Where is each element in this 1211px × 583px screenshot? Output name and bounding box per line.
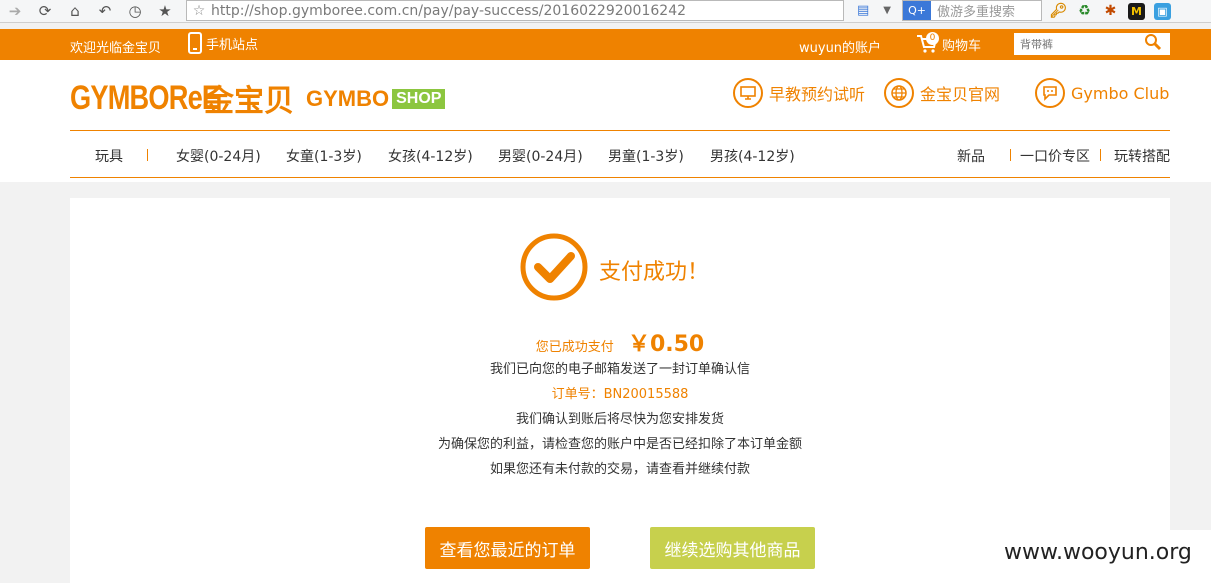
nav-item-toys[interactable]: 玩具 bbox=[95, 146, 123, 166]
favorites-star-icon[interactable]: ★ bbox=[150, 0, 180, 23]
chat-bubble-icon bbox=[1035, 78, 1065, 108]
site-search bbox=[1014, 33, 1170, 55]
site-header: GYMBOReE 金宝贝 GYMBO SHOP 早教预约试听 金宝贝官网 Gym… bbox=[0, 60, 1211, 182]
undo-icon[interactable]: ↶ bbox=[90, 0, 120, 23]
mobile-site-link[interactable]: 手机站点 bbox=[188, 32, 258, 54]
forward-icon[interactable]: ➔ bbox=[0, 0, 30, 23]
window-extension-icon[interactable]: ▣ bbox=[1154, 2, 1171, 20]
address-bar-tools: ▤ ▼ bbox=[850, 0, 898, 21]
trial-class-label: 早教预约试听 bbox=[769, 85, 866, 104]
gymbo-shop-logo[interactable]: GYMBO SHOP bbox=[306, 86, 446, 112]
search-engine-icon[interactable]: Q+ bbox=[903, 1, 931, 20]
url-text: http://shop.gymboree.com.cn/pay/pay-succ… bbox=[211, 2, 687, 19]
cart-link[interactable]: 0 购物车 bbox=[916, 32, 982, 54]
nav-separator bbox=[1010, 149, 1011, 161]
nav-item-new[interactable]: 新品 bbox=[957, 146, 985, 166]
paid-amount-line: 您已成功支付 ￥0.50 bbox=[70, 326, 1170, 358]
logo-english: GYMBOReE bbox=[70, 78, 220, 117]
globe-icon bbox=[884, 78, 914, 108]
gymbo-club-link[interactable]: Gymbo Club bbox=[1035, 78, 1169, 108]
paid-amount: ￥0.50 bbox=[627, 332, 705, 357]
check-account-note: 为确保您的利益，请检查您的账户中是否已经扣除了本订单金额 bbox=[437, 437, 802, 452]
nav-separator bbox=[1100, 149, 1101, 161]
watermark: www.wooyun.org bbox=[1004, 540, 1192, 565]
header-divider-bottom bbox=[70, 177, 1170, 178]
recycle-icon[interactable]: ♻ bbox=[1076, 3, 1093, 20]
browser-search-box[interactable]: Q+ 傲游多重搜索 bbox=[902, 0, 1042, 21]
nav-item-styling[interactable]: 玩转搭配 bbox=[1114, 146, 1170, 166]
check-circle-icon bbox=[520, 233, 588, 301]
nav-item-fixed-price[interactable]: 一口价专区 bbox=[1020, 146, 1090, 166]
nav-separator bbox=[147, 149, 148, 161]
history-icon[interactable]: ◷ bbox=[120, 0, 150, 23]
dropdown-arrow-icon[interactable]: ▼ bbox=[883, 5, 891, 16]
shipping-note: 我们确认到账后将尽快为您安排发货 bbox=[515, 412, 724, 427]
extension-icons: 🔑︎ ♻ ✱ M ▣ bbox=[1050, 0, 1171, 22]
bug-icon[interactable]: ✱ bbox=[1102, 3, 1119, 20]
browser-search-placeholder: 傲游多重搜索 bbox=[937, 5, 1016, 20]
category-nav: 玩具 女婴(0-24月) 女童(1-3岁) 女孩(4-12岁) 男婴(0-24月… bbox=[70, 131, 1170, 177]
m-extension-icon[interactable]: M bbox=[1128, 2, 1145, 20]
view-recent-orders-button[interactable]: 查看您最近的订单 bbox=[425, 527, 590, 569]
email-note: 我们已向您的电子邮箱发送了一封订单确认信 bbox=[489, 362, 750, 377]
search-icon[interactable] bbox=[1144, 33, 1162, 55]
account-link[interactable]: wuyun的账户 bbox=[799, 37, 881, 56]
gymbo-shop-logo-text: GYMBO bbox=[306, 86, 390, 111]
page-tool-icon[interactable]: ▤ bbox=[857, 3, 869, 18]
paid-label: 您已成功支付 bbox=[535, 340, 614, 355]
payment-result-panel: 支付成功！ 您已成功支付 ￥0.50 我们已向您的电子邮箱发送了一封订单确认信 … bbox=[70, 198, 1170, 583]
nav-item-toddler-girl[interactable]: 女童(1-3岁) bbox=[286, 146, 362, 166]
nav-item-boy[interactable]: 男孩(4-12岁) bbox=[710, 146, 795, 166]
official-site-label: 金宝贝官网 bbox=[920, 85, 1001, 104]
home-icon[interactable]: ⌂ bbox=[60, 0, 90, 23]
nav-item-baby-boy[interactable]: 男婴(0-24月) bbox=[498, 146, 583, 166]
key-icon[interactable]: 🔑︎ bbox=[1050, 3, 1068, 20]
monitor-icon bbox=[733, 78, 763, 108]
success-title: 支付成功！ bbox=[599, 260, 710, 285]
cart-icon: 0 bbox=[916, 32, 939, 54]
address-bar[interactable]: ☆ http://shop.gymboree.com.cn/pay/pay-su… bbox=[186, 0, 844, 21]
nav-item-baby-girl[interactable]: 女婴(0-24月) bbox=[176, 146, 261, 166]
nav-item-toddler-boy[interactable]: 男童(1-3岁) bbox=[608, 146, 684, 166]
cart-count-badge: 0 bbox=[926, 32, 939, 45]
gymbo-club-label: Gymbo Club bbox=[1071, 83, 1170, 103]
official-site-link[interactable]: 金宝贝官网 bbox=[884, 78, 1000, 108]
trial-class-link[interactable]: 早教预约试听 bbox=[733, 78, 865, 108]
gymboree-logo[interactable]: GYMBOReE 金宝贝 bbox=[70, 76, 294, 120]
order-number: 订单号：BN20015588 bbox=[551, 387, 689, 402]
reload-icon[interactable]: ⟳ bbox=[30, 0, 60, 23]
unpaid-note: 如果您还有未付款的交易，请查看并继续付款 bbox=[489, 462, 750, 477]
cart-label: 购物车 bbox=[942, 38, 982, 54]
site-search-input[interactable] bbox=[1014, 37, 1144, 51]
browser-toolbar: ➔ ⟳ ⌂ ↶ ◷ ★ ☆ http://shop.gymboree.com.c… bbox=[0, 0, 1211, 23]
gymbo-shop-logo-badge: SHOP bbox=[392, 89, 446, 109]
nav-item-girl[interactable]: 女孩(4-12岁) bbox=[388, 146, 473, 166]
bookmark-star-icon[interactable]: ☆ bbox=[187, 3, 211, 19]
phone-icon bbox=[188, 32, 202, 54]
site-top-bar: 欢迎光临金宝贝 手机站点 wuyun的账户 0 购物车 bbox=[0, 29, 1211, 60]
mobile-site-label: 手机站点 bbox=[206, 37, 259, 53]
continue-shopping-button[interactable]: 继续选购其他商品 bbox=[650, 527, 815, 569]
welcome-text: 欢迎光临金宝贝 bbox=[70, 41, 162, 56]
